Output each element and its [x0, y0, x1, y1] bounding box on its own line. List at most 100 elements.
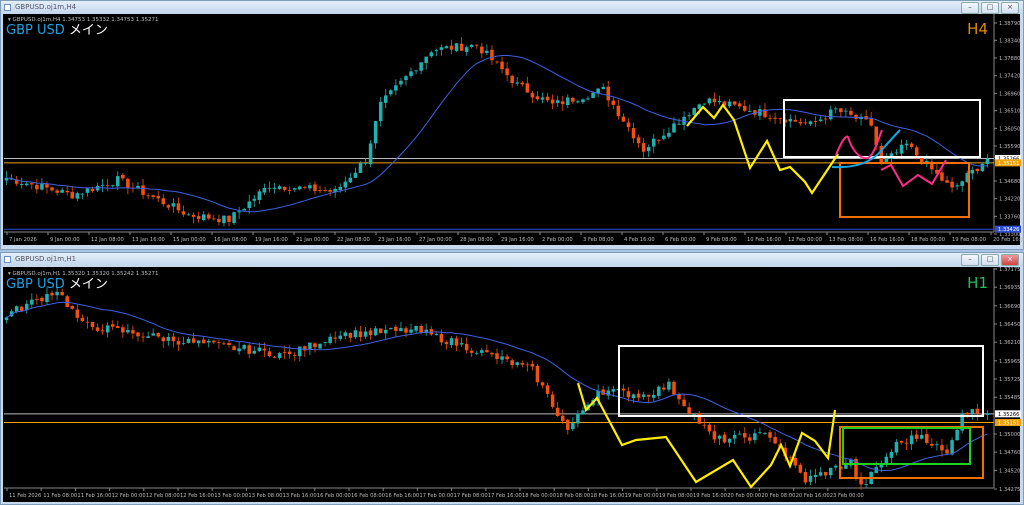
candle-body: [55, 291, 59, 296]
candle-body: [844, 110, 848, 112]
price-tick-label: 1.36690: [999, 304, 1020, 310]
candle-body: [404, 76, 408, 81]
candle-body: [687, 407, 691, 414]
candle-body: [60, 189, 64, 193]
candle-body: [459, 43, 464, 51]
time-tick-label: 17 Feb 16:00: [488, 493, 522, 499]
charts-canvas[interactable]: 1.38790 1.38340 1.37880 1.37420 1.36960 1.365…: [0, 0, 1024, 505]
candle-body: [166, 336, 171, 341]
candle-body: [399, 328, 403, 332]
candle-body: [712, 431, 717, 440]
candle-body: [555, 407, 560, 417]
time-tick-label: 4 Feb 16:00: [624, 237, 655, 243]
time-tick-label: 7 Jan 2026: [9, 237, 37, 243]
candle-body: [409, 329, 413, 333]
candle-body: [616, 105, 621, 117]
candle-body: [328, 336, 332, 343]
candle: [65, 295, 69, 308]
candle-body: [85, 188, 90, 193]
candle-body: [126, 329, 130, 333]
candle-body: [313, 184, 317, 192]
candle-body: [449, 338, 454, 346]
candle-body: [191, 338, 196, 343]
time-tick-label: 28 Jan 08:00: [460, 237, 493, 243]
candle-body: [196, 340, 201, 344]
candle-body: [945, 180, 949, 183]
candle-body: [732, 434, 737, 439]
candle-body: [793, 457, 798, 466]
candle-body: [186, 214, 191, 216]
price-level-label: 1.35266: [998, 412, 1019, 418]
candle-body: [828, 467, 833, 476]
candle-body: [131, 330, 135, 334]
candle-body: [758, 432, 762, 434]
candle-body: [884, 158, 889, 162]
time-tick-label: 29 Jan 16:00: [501, 237, 534, 243]
candle-body: [530, 93, 535, 98]
candle-body: [925, 433, 929, 443]
candle-body: [110, 324, 115, 327]
candle-body: [227, 343, 231, 345]
time-tick-label: 20 Feb 08:00: [761, 493, 795, 499]
candle-body: [935, 444, 939, 446]
time-tick-label: 19 Feb 16:00: [693, 493, 727, 499]
candle-body: [778, 118, 782, 120]
time-tick-label: 9 Feb 08:00: [706, 237, 737, 243]
candle-body: [480, 46, 484, 54]
candle-body: [651, 138, 656, 147]
candle-body: [126, 178, 130, 189]
candle-body: [394, 326, 398, 331]
candle-body: [950, 181, 954, 188]
candle-body: [166, 205, 171, 208]
candle-body: [839, 108, 843, 113]
candle-body: [24, 183, 29, 186]
candle-body: [434, 50, 439, 52]
candle-body: [500, 61, 504, 70]
candle-body: [560, 415, 565, 421]
candle-body: [353, 330, 358, 338]
candle-body: [439, 47, 444, 50]
candle-body: [181, 211, 186, 215]
time-tick-label: 17 Feb 08:00: [454, 493, 488, 499]
candle-body: [884, 456, 889, 464]
time-tick-label: 18 Feb 16:00: [590, 493, 624, 499]
candle-body: [662, 135, 666, 139]
candle-body: [383, 329, 388, 334]
candle-body: [495, 353, 499, 360]
h4-chart-background[interactable]: [3, 14, 1020, 245]
candle-body: [788, 457, 793, 459]
candle-body: [100, 330, 105, 332]
candle-body: [515, 362, 519, 365]
candle-body: [75, 309, 80, 318]
candle-body: [970, 409, 975, 414]
candle-body: [636, 137, 641, 144]
candle-body: [687, 115, 691, 117]
candle-body: [657, 386, 661, 396]
candle-body: [621, 388, 626, 391]
candle-body: [217, 342, 221, 343]
candle-body: [919, 434, 924, 439]
candle-body: [717, 435, 722, 439]
candle-body: [176, 203, 181, 211]
candle-body: [672, 123, 676, 133]
candle-body: [308, 342, 312, 350]
candle-body: [469, 44, 474, 47]
candle-body: [186, 338, 191, 343]
time-tick-label: 21 Jan 00:00: [296, 237, 329, 243]
candle-body: [282, 352, 287, 353]
price-tick-label: 1.37420: [999, 74, 1020, 80]
candle-body: [151, 195, 155, 197]
candle-body: [707, 424, 712, 432]
candle-body: [480, 350, 484, 353]
candle-body: [808, 121, 813, 125]
candle-body: [439, 333, 444, 343]
candle-body: [545, 385, 550, 394]
candle-body: [677, 123, 681, 125]
time-tick-label: 16 Jan 08:00: [214, 237, 247, 243]
price-level-label: 1.35151: [998, 421, 1019, 427]
candle: [378, 328, 383, 334]
candle-body: [515, 82, 519, 84]
candle-body: [571, 423, 575, 430]
candle-body: [171, 203, 176, 207]
candle-body: [525, 83, 530, 93]
